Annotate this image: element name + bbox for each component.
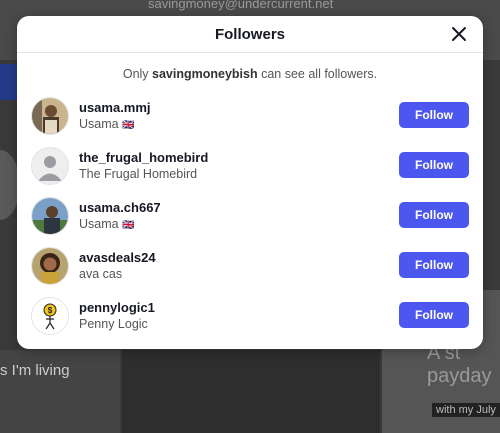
nickname-text: Usama	[79, 116, 119, 131]
background-email: savingmoney@undercurrent.net	[148, 0, 334, 11]
flag-icon: 🇬🇧	[122, 119, 135, 131]
background-caption: s I'm living	[0, 362, 70, 379]
photo-man-portrait	[32, 98, 68, 134]
follower-username[interactable]: the_frugal_homebird	[79, 149, 208, 166]
follower-names: the_frugal_homebird The Frugal Homebird	[79, 149, 208, 183]
nickname-text: Usama	[79, 216, 119, 231]
follower-row[interactable]: avasdeals24 ava cas Follow	[31, 241, 469, 291]
photo-woman-smiling	[32, 248, 68, 284]
avatar[interactable]	[31, 97, 69, 135]
background-tag: with my July	[432, 403, 500, 417]
follower-nickname: Usama 🇬🇧	[79, 216, 161, 234]
background-thumbnail	[122, 350, 380, 433]
follower-row[interactable]: usama.mmj Usama 🇬🇧 Follow	[31, 91, 469, 141]
notice-suffix: can see all followers.	[257, 67, 378, 81]
follower-row[interactable]: $ pennylogic1 Penny Logic Follow	[31, 291, 469, 341]
follow-button[interactable]: Follow	[399, 202, 469, 228]
flag-icon: 🇬🇧	[122, 219, 135, 231]
modal-header: Followers	[17, 16, 483, 53]
follow-button[interactable]: Follow	[399, 252, 469, 278]
default-person-icon	[32, 148, 68, 184]
follower-names: pennylogic1 Penny Logic	[79, 299, 155, 333]
privacy-notice: Only savingmoneybish can see all followe…	[17, 67, 483, 81]
follower-nickname: Usama 🇬🇧	[79, 116, 151, 134]
modal-title: Followers	[214, 25, 285, 43]
follower-names: usama.ch667 Usama 🇬🇧	[79, 199, 161, 234]
notice-prefix: Only	[122, 67, 153, 81]
follower-names: avasdeals24 ava cas	[79, 249, 156, 283]
background-left-button	[0, 64, 18, 100]
follower-row[interactable]: usama.ch667 Usama 🇬🇧 Follow	[31, 191, 469, 241]
close-icon	[452, 27, 466, 41]
avatar[interactable]	[31, 197, 69, 235]
close-button[interactable]	[447, 22, 471, 46]
follower-row[interactable]: the_frugal_homebird The Frugal Homebird …	[31, 141, 469, 191]
follower-username[interactable]: usama.mmj	[79, 99, 151, 116]
avatar[interactable]: $	[31, 297, 69, 335]
follower-username[interactable]: usama.ch667	[79, 199, 161, 216]
followers-modal: Followers Only savingmoneybish can see a…	[17, 16, 483, 349]
follower-nickname: The Frugal Homebird	[79, 167, 198, 181]
follower-username[interactable]: pennylogic1	[79, 299, 155, 316]
avatar[interactable]	[31, 147, 69, 185]
avatar[interactable]	[31, 247, 69, 285]
notice-username: savingmoneybish	[152, 67, 258, 81]
dollar-coin-figure-logo: $	[32, 298, 68, 334]
photo-man-outdoors	[32, 198, 68, 234]
follower-nickname: Penny Logic	[79, 317, 148, 331]
follower-username[interactable]: avasdeals24	[79, 249, 156, 266]
follower-names: usama.mmj Usama 🇬🇧	[79, 99, 151, 134]
follow-button[interactable]: Follow	[399, 152, 469, 178]
follow-button[interactable]: Follow	[399, 102, 469, 128]
svg-text:$: $	[48, 306, 53, 315]
followers-list: usama.mmj Usama 🇬🇧 Follow the_frugal_hom…	[17, 91, 483, 341]
follower-nickname: ava cas	[79, 267, 123, 281]
follow-button[interactable]: Follow	[399, 302, 469, 328]
